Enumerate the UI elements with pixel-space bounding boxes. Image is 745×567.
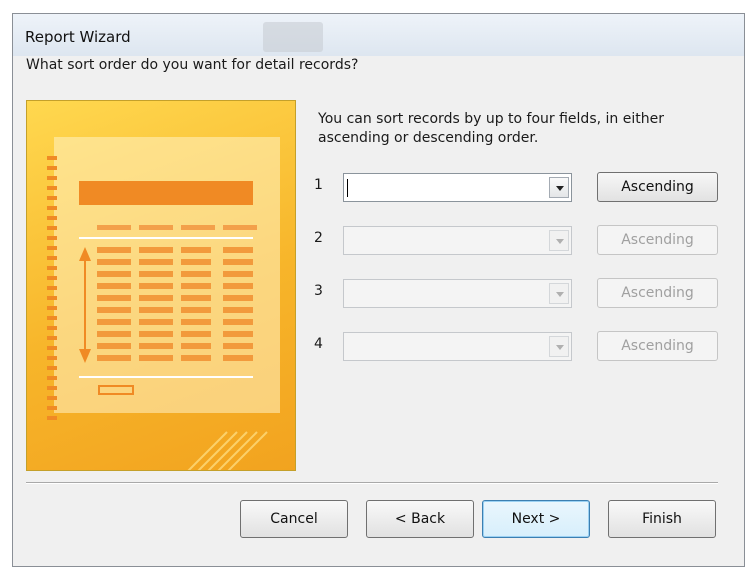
chevron-down-icon[interactable] bbox=[549, 177, 569, 198]
chevron-down-icon[interactable] bbox=[549, 336, 569, 357]
back-button[interactable]: < Back bbox=[366, 500, 474, 538]
text-cursor bbox=[347, 179, 348, 197]
cancel-button[interactable]: Cancel bbox=[240, 500, 348, 538]
sort-order-4-button[interactable]: Ascending bbox=[597, 331, 718, 361]
chevron-down-icon[interactable] bbox=[549, 230, 569, 251]
sort-order-3-button[interactable]: Ascending bbox=[597, 278, 718, 308]
sort-field-4-combobox[interactable] bbox=[343, 332, 572, 361]
finish-button[interactable]: Finish bbox=[608, 500, 716, 538]
footer-separator bbox=[26, 482, 718, 484]
sort-row-2-number: 2 bbox=[314, 230, 323, 246]
sort-order-2-button[interactable]: Ascending bbox=[597, 225, 718, 255]
illustration-header-bar bbox=[79, 181, 253, 205]
chevron-down-icon[interactable] bbox=[549, 283, 569, 304]
sort-field-2-combobox[interactable] bbox=[343, 226, 572, 255]
window-title: Report Wizard bbox=[25, 28, 131, 46]
wizard-question: What sort order do you want for detail r… bbox=[26, 57, 359, 73]
illustration-stripes bbox=[187, 431, 268, 470]
sort-row-3-number: 3 bbox=[314, 283, 323, 299]
report-preview-illustration bbox=[26, 100, 296, 471]
sort-order-1-button[interactable]: Ascending bbox=[597, 172, 718, 202]
report-illustration-graphic bbox=[47, 137, 280, 470]
next-button[interactable]: Next > bbox=[482, 500, 590, 538]
title-bar-decoration bbox=[263, 22, 323, 52]
sort-row-1-number: 1 bbox=[314, 177, 323, 193]
sort-field-1-combobox[interactable] bbox=[343, 173, 572, 202]
sort-field-3-combobox[interactable] bbox=[343, 279, 572, 308]
sort-description: You can sort records by up to four field… bbox=[318, 111, 664, 146]
title-bar[interactable]: Report Wizard bbox=[13, 14, 744, 56]
sort-row-4-number: 4 bbox=[314, 336, 323, 352]
